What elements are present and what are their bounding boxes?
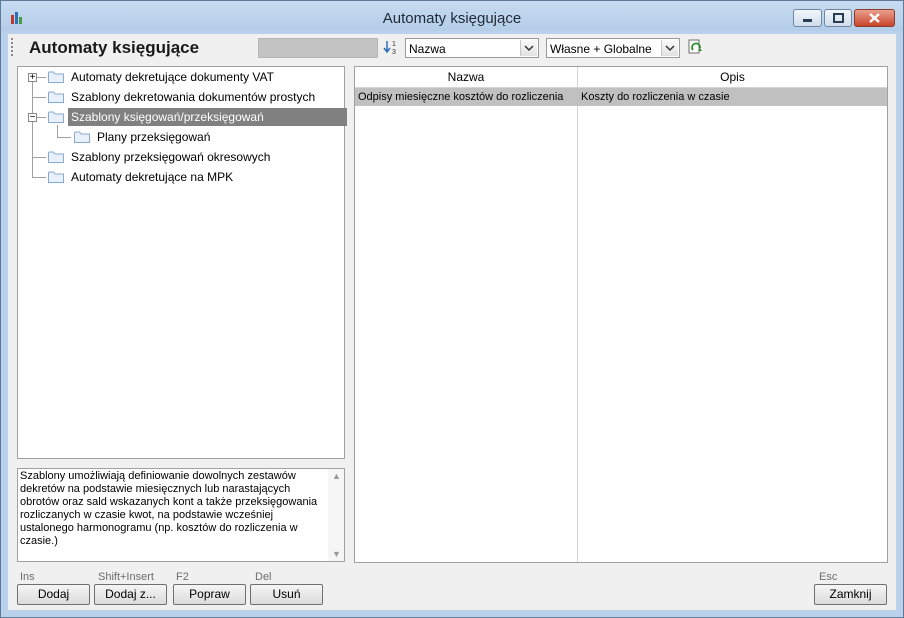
search-input[interactable] <box>258 38 378 58</box>
description-scrollbar[interactable]: ▲ ▼ <box>328 469 344 561</box>
minimize-button[interactable] <box>793 9 822 27</box>
expand-icon[interactable]: + <box>28 73 37 83</box>
edit-button[interactable]: Popraw <box>173 584 246 605</box>
close-button[interactable]: Zamknij <box>814 584 887 605</box>
toolbar: Automaty księgujące 1 3 Nazwa Własne + G… <box>8 34 896 60</box>
column-divider <box>577 88 578 562</box>
svg-text:1: 1 <box>392 41 396 48</box>
close-window-button[interactable] <box>854 9 895 27</box>
chevron-down-icon[interactable] <box>520 40 537 56</box>
tree-item-label: Automaty dekretujące dokumenty VAT <box>71 70 274 84</box>
add-shortcut-hint: Ins <box>20 571 35 583</box>
minimize-icon <box>803 19 812 22</box>
refresh-icon[interactable] <box>686 38 704 56</box>
tree-item-label: Szablony księgowań/przeksięgowań <box>68 108 347 126</box>
tree-item-reposting-plans[interactable]: Plany przeksięgowań <box>18 128 344 146</box>
cell-opis: Koszty do rozliczenia w czasie <box>581 91 730 103</box>
delete-button[interactable]: Usuń <box>250 584 323 605</box>
edit-shortcut-hint: F2 <box>176 571 189 583</box>
toolbar-grip[interactable] <box>11 38 13 56</box>
column-header-nazwa[interactable]: Nazwa <box>355 67 578 87</box>
add-button[interactable]: Dodaj <box>17 584 90 605</box>
close-icon <box>869 13 880 23</box>
tree-item-periodic-templates[interactable]: Szablony przeksięgowań okresowych <box>18 148 344 166</box>
tree-item-mpk-automats[interactable]: Automaty dekretujące na MPK <box>18 168 344 186</box>
tree-item-simple-docs[interactable]: Szablony dekretowania dokumentów prostyc… <box>18 88 344 106</box>
collapse-icon[interactable]: − <box>28 113 37 123</box>
tree-item-posting-templates[interactable]: − Szablony księgowań/przeksięgowań <box>18 108 347 126</box>
app-window: Automaty księgujące Automaty księgujące … <box>0 0 904 618</box>
folder-icon <box>48 151 64 163</box>
delete-shortcut-hint: Del <box>255 571 272 583</box>
sort-order-icon[interactable]: 1 3 <box>383 38 401 56</box>
scroll-down-icon[interactable]: ▼ <box>332 549 341 559</box>
templates-grid[interactable]: Nazwa Opis Odpisy miesięczne kosztów do … <box>354 66 888 563</box>
scroll-up-icon[interactable]: ▲ <box>332 471 341 481</box>
folder-icon <box>48 111 64 123</box>
title-bar[interactable]: Automaty księgujące <box>1 1 903 31</box>
tree-item-label: Plany przeksięgowań <box>97 130 211 144</box>
grid-header: Nazwa Opis <box>355 67 887 88</box>
folder-icon <box>48 91 64 103</box>
tree-item-label: Szablony przeksięgowań okresowych <box>71 150 271 164</box>
tree-item-vat-automats[interactable]: + Automaty dekretujące dokumenty VAT <box>18 68 344 86</box>
close-shortcut-hint: Esc <box>819 571 838 583</box>
sort-field-value: Nazwa <box>409 42 446 56</box>
folder-icon <box>74 131 90 143</box>
scope-select[interactable]: Własne + Globalne <box>546 38 680 58</box>
maximize-icon <box>833 13 844 23</box>
category-tree[interactable]: + Automaty dekretujące dokumenty VAT Sza… <box>17 66 347 459</box>
page-title: Automaty księgujące <box>29 38 200 57</box>
folder-icon <box>48 71 64 83</box>
svg-text:3: 3 <box>392 49 396 56</box>
chevron-down-icon[interactable] <box>661 40 678 56</box>
add-copy-button[interactable]: Dodaj z... <box>94 584 167 605</box>
description-text: Szablony umożliwiają definiowanie dowoln… <box>20 470 318 547</box>
tree-item-label: Automaty dekretujące na MPK <box>71 170 234 184</box>
cell-nazwa: Odpisy miesięczne kosztów do rozliczenia <box>358 91 564 103</box>
client-area: Automaty księgujące 1 3 Nazwa Własne + G… <box>8 34 896 610</box>
column-header-opis[interactable]: Opis <box>578 67 887 87</box>
sort-field-select[interactable]: Nazwa <box>405 38 539 58</box>
scope-value: Własne + Globalne <box>550 42 652 56</box>
tree-item-label: Szablony dekretowania dokumentów prostyc… <box>71 90 316 104</box>
add-copy-shortcut-hint: Shift+Insert <box>98 571 154 583</box>
folder-icon <box>48 171 64 183</box>
description-box[interactable]: Szablony umożliwiają definiowanie dowoln… <box>17 468 345 562</box>
maximize-button[interactable] <box>824 9 852 27</box>
table-row[interactable]: Odpisy miesięczne kosztów do rozliczenia… <box>355 88 887 106</box>
window-title: Automaty księgujące <box>382 10 522 27</box>
